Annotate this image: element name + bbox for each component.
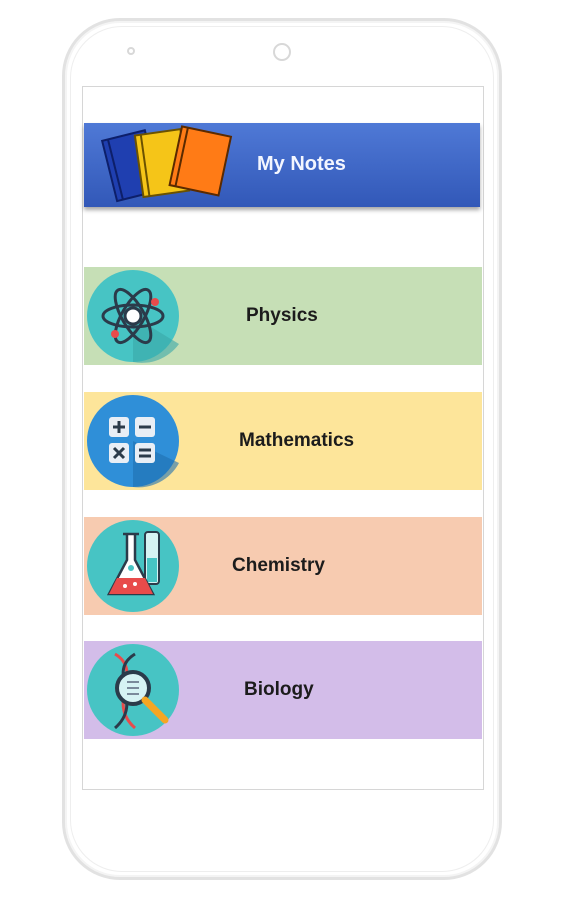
flask-icon	[87, 520, 179, 612]
subject-label: Mathematics	[239, 430, 355, 451]
atom-icon	[87, 270, 179, 363]
subject-row-mathematics[interactable]: Mathematics	[84, 392, 482, 490]
calculator-icon	[87, 395, 179, 488]
proximity-sensor	[127, 47, 135, 55]
subject-row-biology[interactable]: Biology	[84, 641, 482, 739]
app-title: My Notes	[257, 153, 346, 175]
app-header: My Notes	[84, 123, 480, 207]
subject-label: Physics	[246, 305, 318, 326]
front-camera	[273, 43, 291, 61]
dna-magnifier-icon	[87, 644, 179, 736]
notebooks-icon	[100, 125, 233, 203]
subject-row-physics[interactable]: Physics	[84, 267, 482, 365]
subject-label: Biology	[244, 679, 314, 700]
subject-row-chemistry[interactable]: Chemistry	[84, 517, 482, 615]
subject-label: Chemistry	[232, 555, 325, 576]
